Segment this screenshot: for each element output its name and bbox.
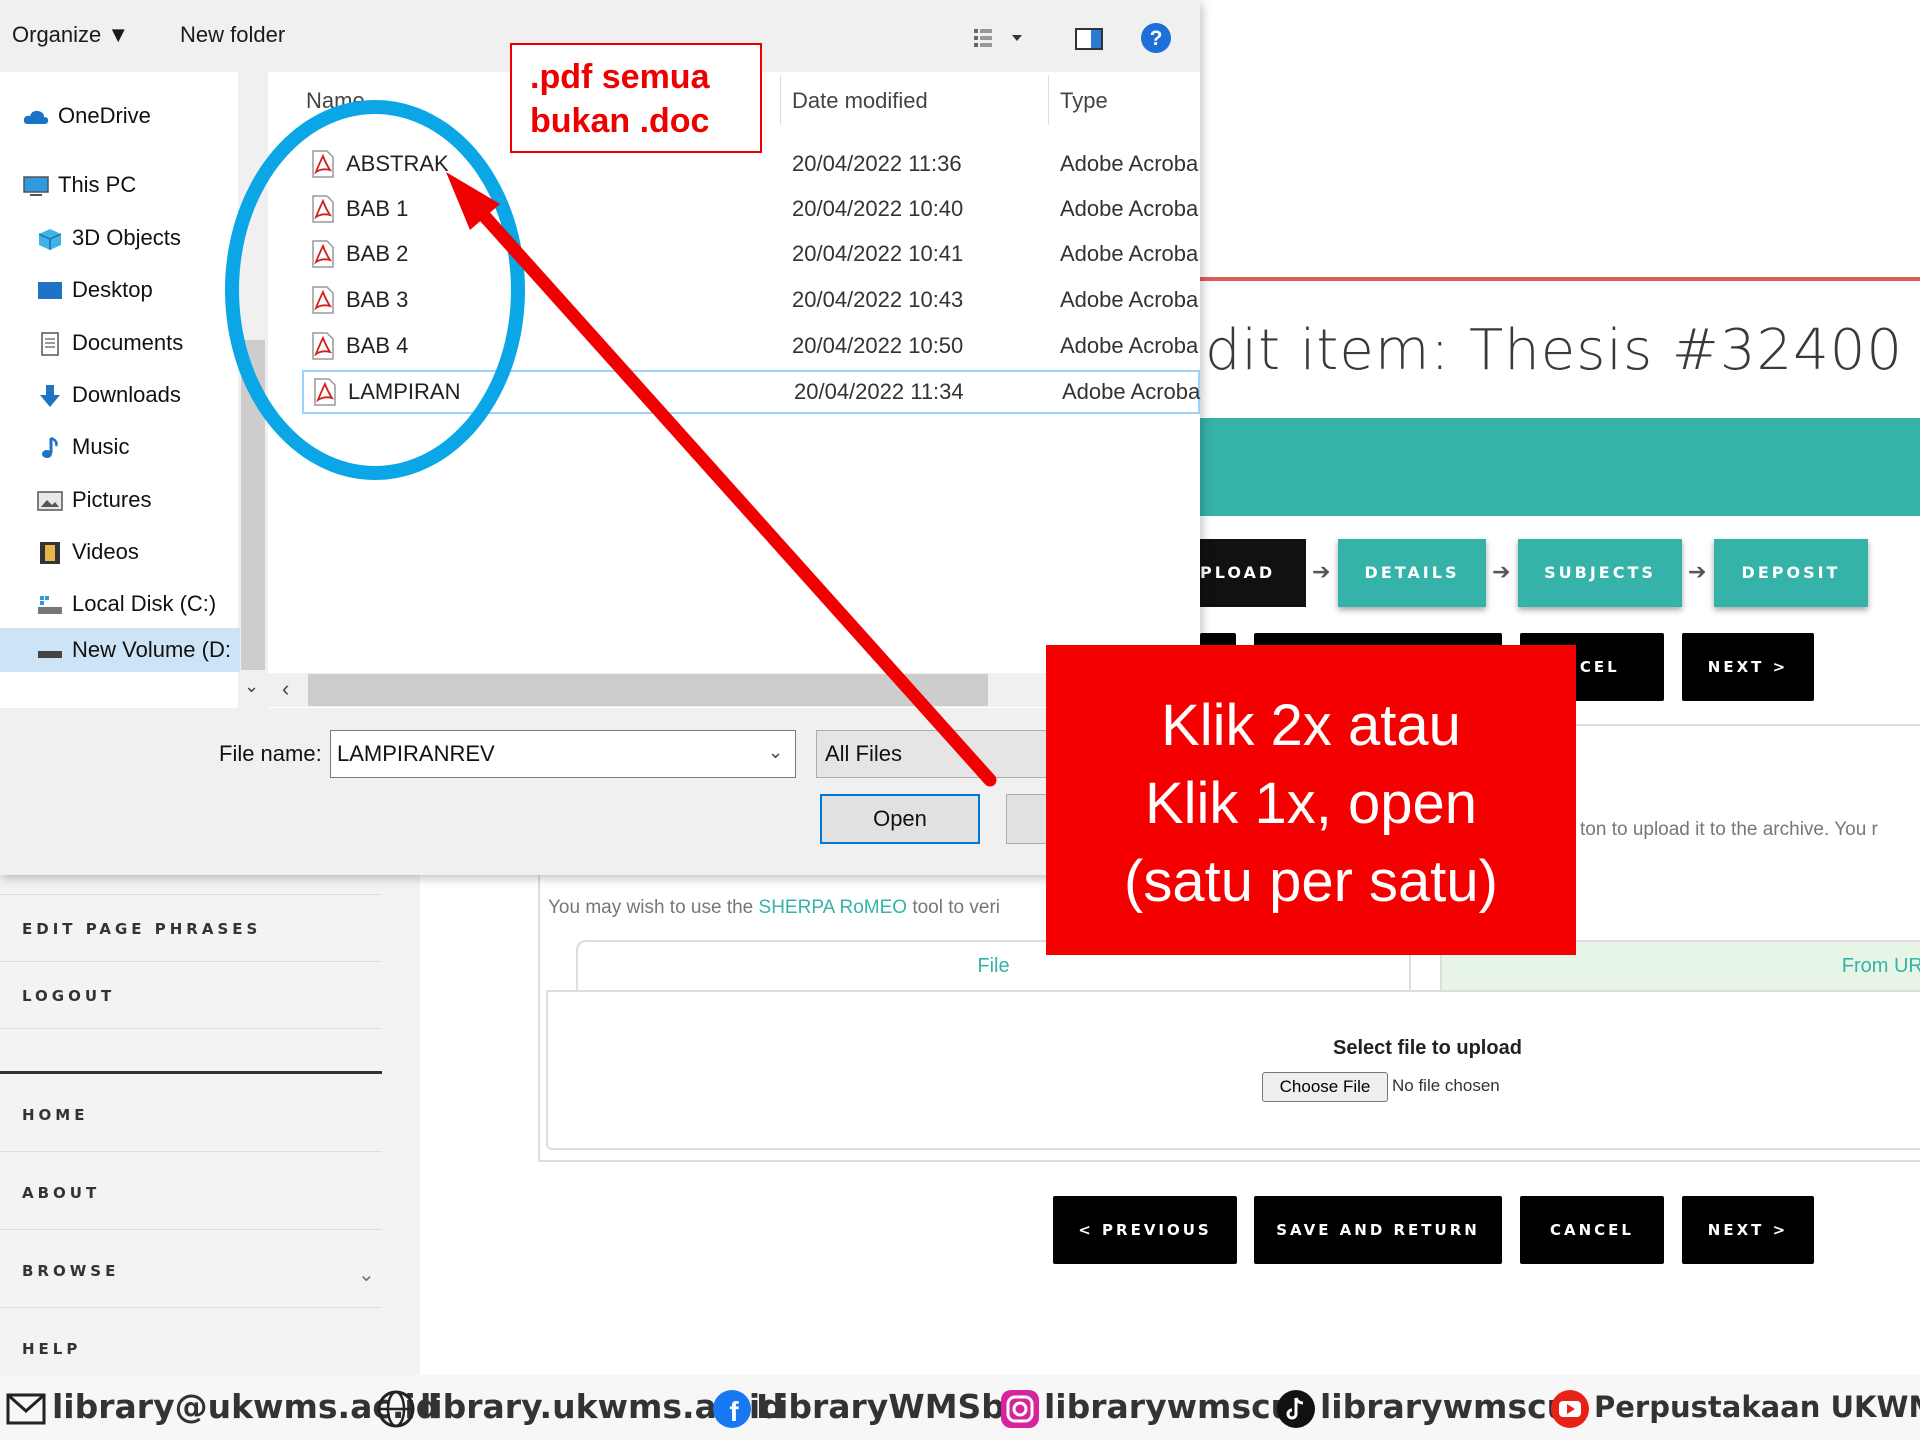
annotation-arrow [446,172,997,787]
instruction-panel: Klik 2x atau Klik 1x, open (satu per sat… [1046,645,1576,955]
footer-tiktok[interactable]: librarywmscu [1320,1387,1570,1426]
instagram-icon [1001,1390,1039,1428]
instruction-line: Klik 1x, open [1144,771,1478,836]
footer-youtube[interactable]: Perpustakaan UKWMS [1594,1390,1920,1424]
svg-text:f: f [729,1396,739,1427]
instruction-line: (satu per satu) [1124,849,1498,914]
footer: library@ukwms.ac.id library.ukwms.ac.id … [0,1375,1920,1440]
footer-instagram[interactable]: librarywmscu [1044,1387,1294,1426]
footer-facebook[interactable]: LibraryWMSby [756,1387,1026,1426]
tiktok-icon [1277,1390,1315,1428]
email-icon [6,1393,46,1425]
instruction-line: Klik 2x atau [1161,693,1461,758]
globe-icon [377,1390,415,1428]
facebook-icon: f [713,1390,751,1428]
youtube-icon [1551,1390,1589,1428]
